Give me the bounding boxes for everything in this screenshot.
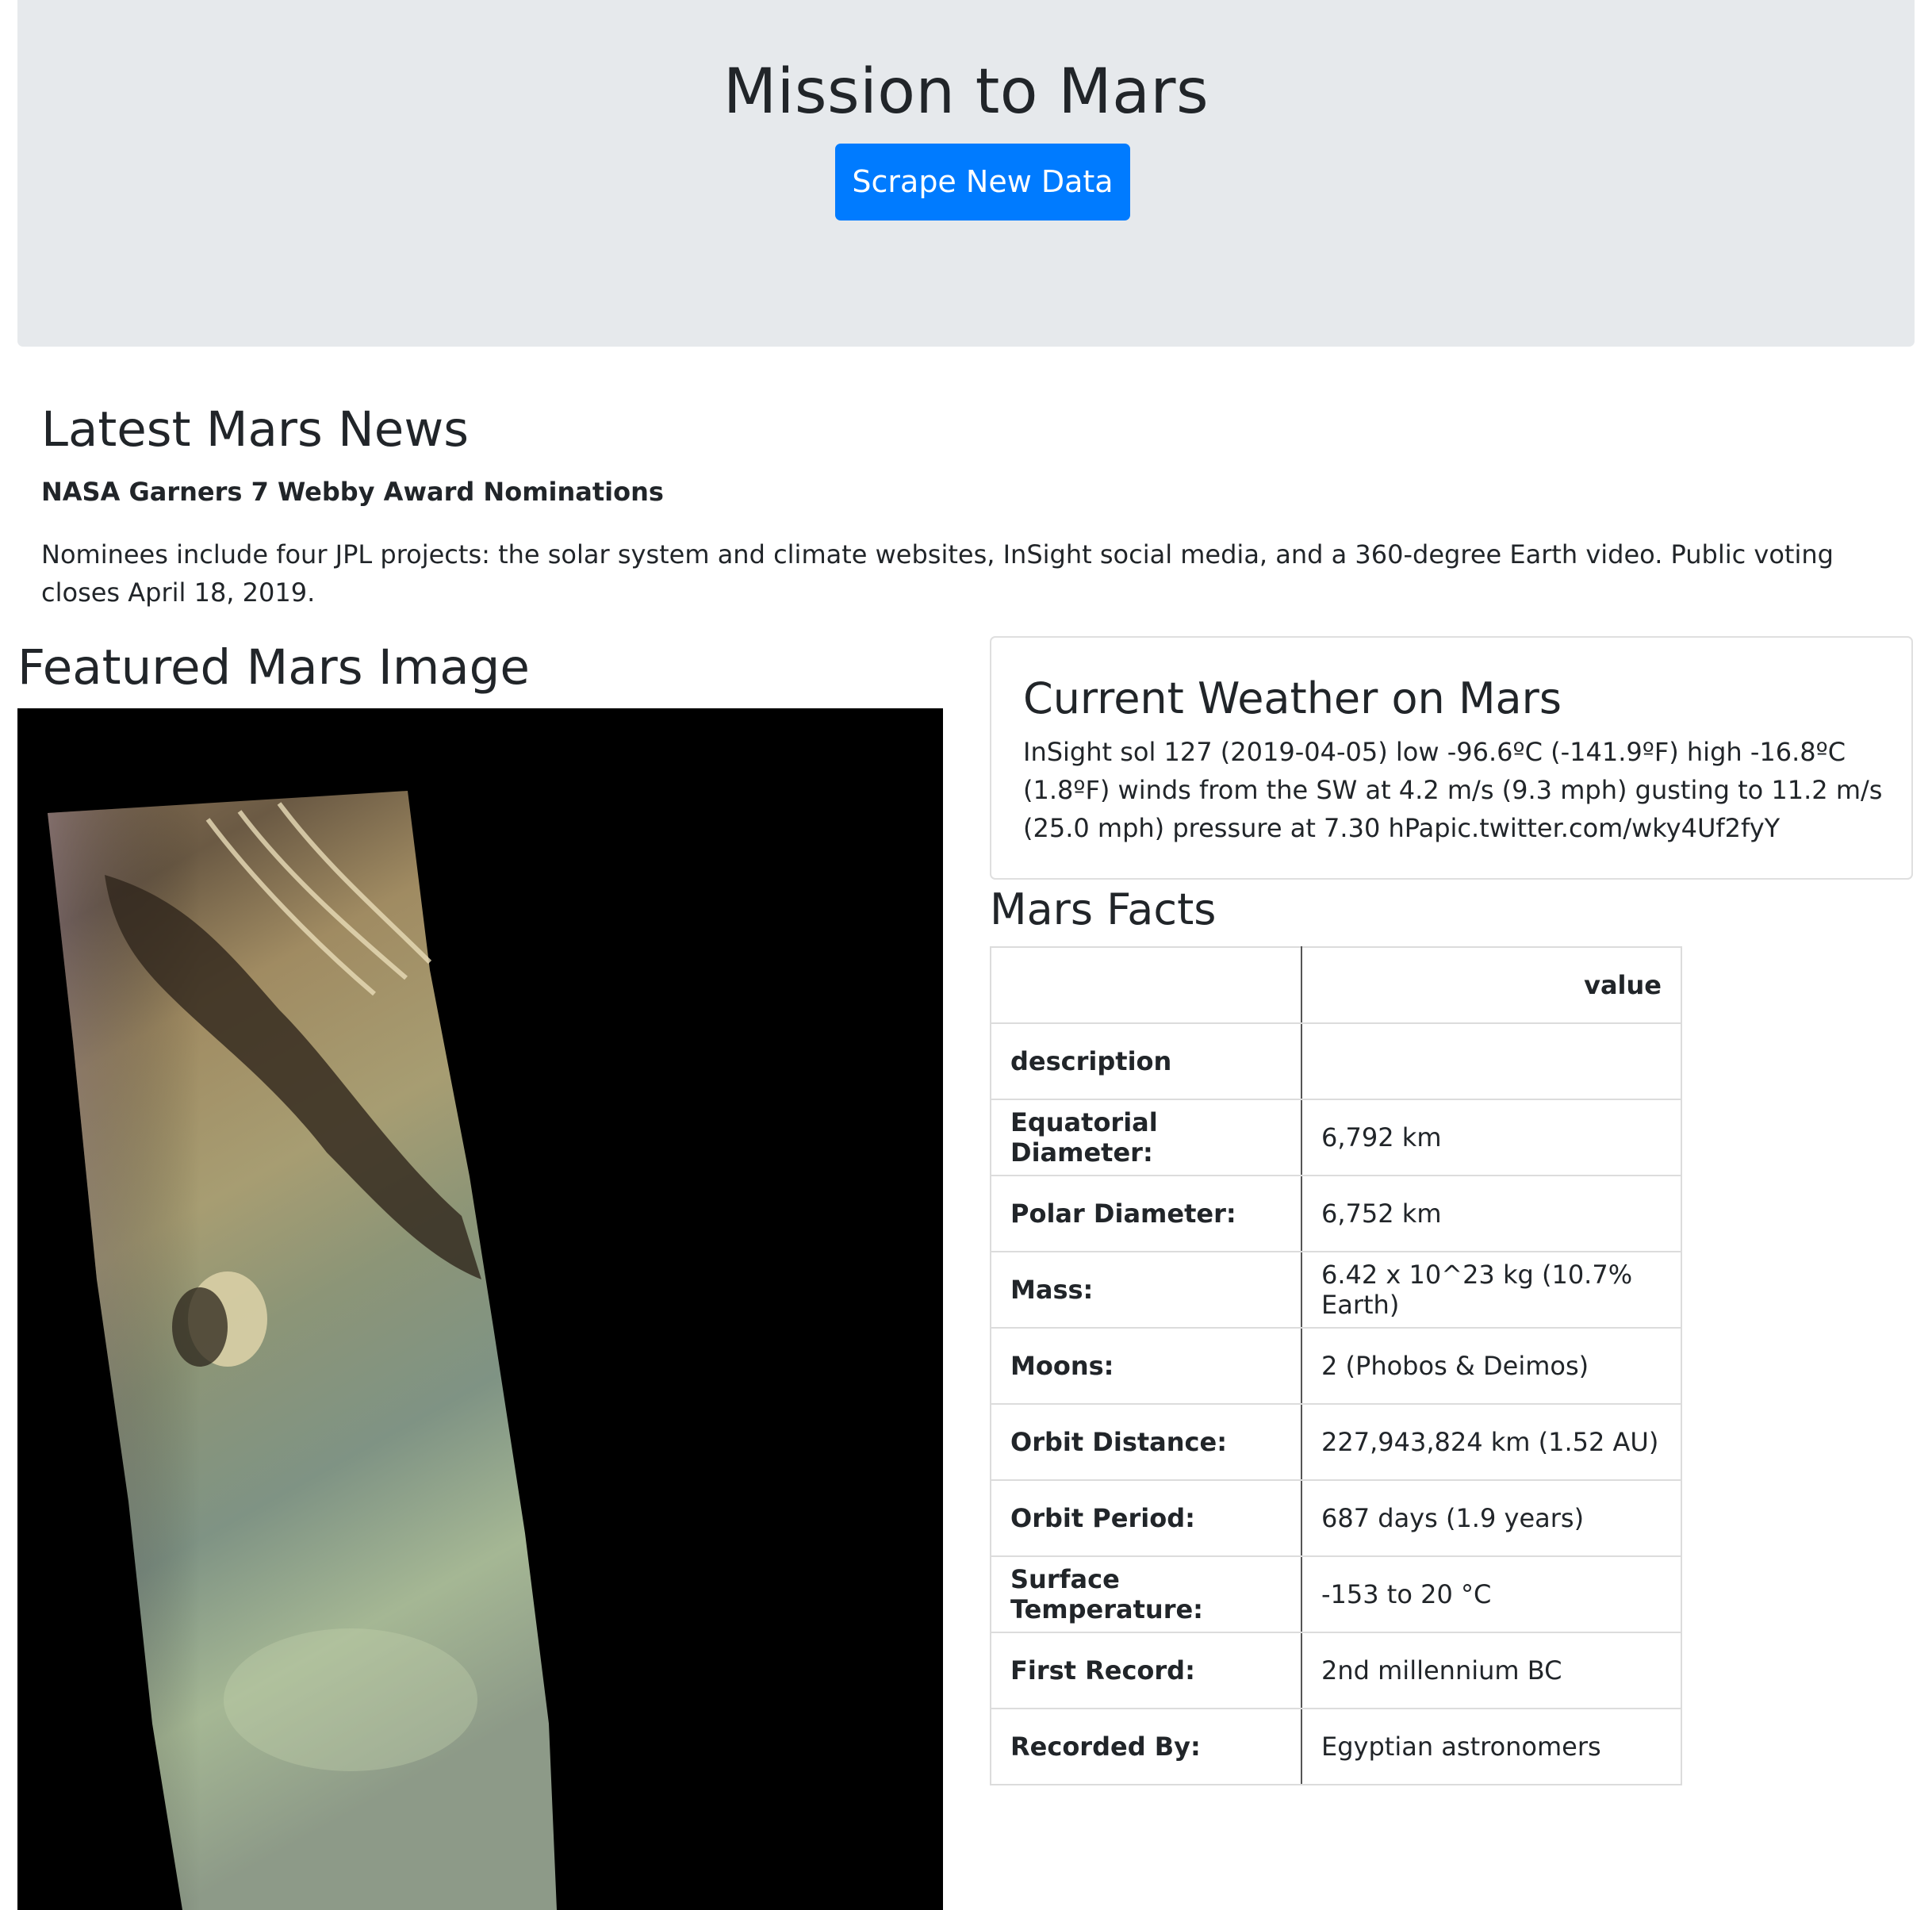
mars-facts-table: value description Equatorial Diameter: 6… (990, 946, 1682, 1785)
header-empty-cell (990, 946, 1302, 1024)
page-title: Mission to Mars (723, 56, 1209, 128)
mound-shadow (172, 1287, 228, 1367)
weather-heading: Current Weather on Mars (1023, 673, 1562, 723)
news-title: NASA Garners 7 Webby Award Nominations (41, 477, 664, 507)
weather-card: Current Weather on Mars InSight sol 127 … (990, 636, 1913, 880)
table-row: Mass: 6.42 x 10^23 kg (10.7% Earth) (990, 1251, 1682, 1329)
featured-image-heading: Featured Mars Image (17, 639, 530, 696)
latest-news-heading: Latest Mars News (41, 401, 469, 458)
mars-facts-heading: Mars Facts (990, 884, 1217, 934)
fact-label: Surface Temperature: (990, 1555, 1302, 1633)
fact-label: Mass: (990, 1251, 1302, 1329)
table-row: Orbit Distance: 227,943,824 km (1.52 AU) (990, 1403, 1682, 1481)
fact-label: Equatorial Diameter: (990, 1099, 1302, 1176)
fact-label: Recorded By: (990, 1708, 1302, 1785)
table-row: Equatorial Diameter: 6,792 km (990, 1099, 1682, 1176)
fact-label: First Record: (990, 1632, 1302, 1709)
fact-value: 227,943,824 km (1.52 AU) (1301, 1403, 1682, 1481)
fact-label: Moons: (990, 1327, 1302, 1405)
table-row: Surface Temperature: -153 to 20 °C (990, 1555, 1682, 1633)
jumbotron-header: Mission to Mars Scrape New Data (17, 0, 1915, 347)
fact-value: 2nd millennium BC (1301, 1632, 1682, 1709)
mars-terrain-picture (48, 791, 557, 1910)
table-row: Orbit Period: 687 days (1.9 years) (990, 1479, 1682, 1557)
featured-mars-image (17, 708, 943, 1910)
description-index-header: description (990, 1022, 1302, 1100)
fact-label: Polar Diameter: (990, 1175, 1302, 1252)
fact-value: 2 (Phobos & Deimos) (1301, 1327, 1682, 1405)
fact-value: 6.42 x 10^23 kg (10.7% Earth) (1301, 1251, 1682, 1329)
fact-value: 687 days (1.9 years) (1301, 1479, 1682, 1557)
fact-value: 6,792 km (1301, 1099, 1682, 1176)
news-teaser: Nominees include four JPL projects: the … (41, 539, 1834, 608)
table-row: Recorded By: Egyptian astronomers (990, 1708, 1682, 1785)
value-column-header: value (1301, 946, 1682, 1024)
fact-value: 6,752 km (1301, 1175, 1682, 1252)
index-header-empty-cell (1301, 1022, 1682, 1100)
table-row: First Record: 2nd millennium BC (990, 1632, 1682, 1709)
fact-label: Orbit Distance: (990, 1403, 1302, 1481)
scrape-new-data-button[interactable]: Scrape New Data (835, 144, 1130, 221)
bright-plain (224, 1628, 477, 1771)
weather-report: InSight sol 127 (2019-04-05) low -96.6ºC… (1023, 737, 1883, 843)
fact-value: -153 to 20 °C (1301, 1555, 1682, 1633)
fact-value: Egyptian astronomers (1301, 1708, 1682, 1785)
index-header-row: description (990, 1022, 1682, 1100)
page: Mission to Mars Scrape New Data Latest M… (0, 0, 1932, 1910)
fact-label: Orbit Period: (990, 1479, 1302, 1557)
table-header-row: value (990, 946, 1682, 1024)
table-row: Moons: 2 (Phobos & Deimos) (990, 1327, 1682, 1405)
table-row: Polar Diameter: 6,752 km (990, 1175, 1682, 1252)
